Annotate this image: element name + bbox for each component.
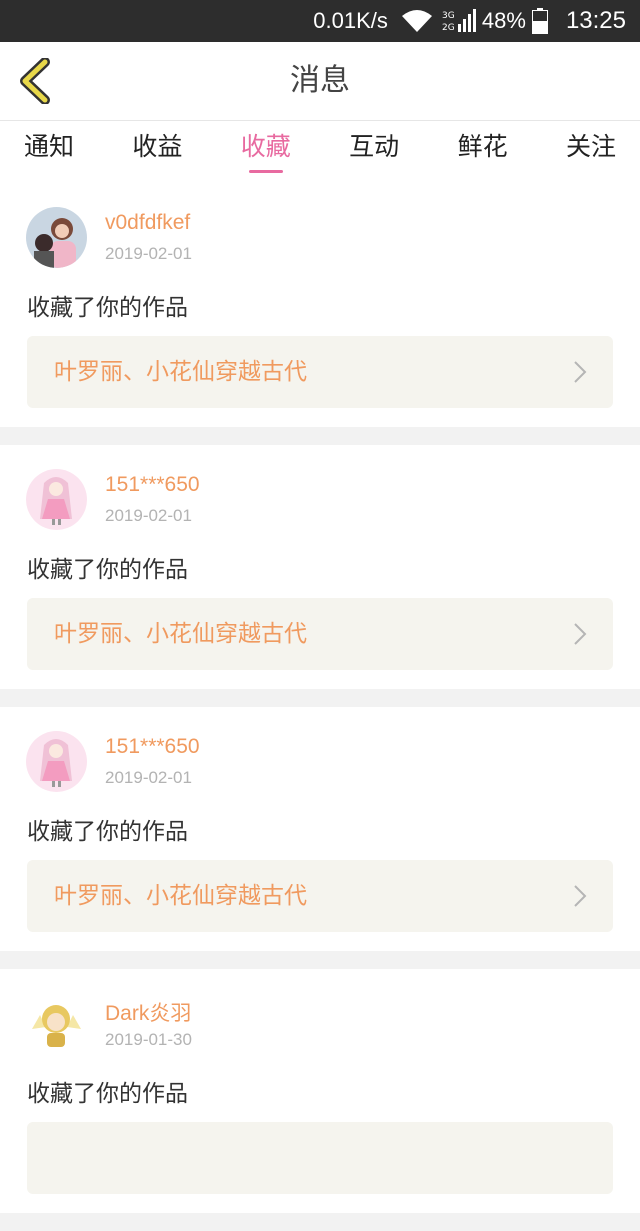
work-link[interactable]: 叶罗丽、小花仙穿越古代 [27,336,613,408]
message-text: 收藏了你的作品 [27,295,188,321]
message-date: 2019-01-30 [105,1030,192,1049]
username[interactable]: v0dfdfkef [105,211,190,235]
active-tab-indicator [248,170,283,173]
avatar[interactable] [26,207,87,268]
tab-following[interactable]: 关注 [566,121,616,183]
tab-bar: 通知 收益 收藏 互动 鲜花 关注 [0,121,640,183]
message-card: Dark炎羽 2019-01-30 收藏了你的作品 [0,969,640,1213]
message-text: 收藏了你的作品 [27,557,188,583]
app-header: 消息 [0,42,640,121]
work-title: 叶罗丽、小花仙穿越古代 [54,621,307,647]
avatar[interactable] [26,993,87,1054]
tab-earnings[interactable]: 收益 [132,121,182,183]
wifi-icon [401,10,432,32]
username[interactable]: 151***650 [105,473,200,497]
chevron-right-icon [574,361,587,383]
network-speed: 0.01K/s [313,8,388,33]
work-title: 叶罗丽、小花仙穿越古代 [54,359,307,385]
work-link[interactable] [27,1122,613,1194]
message-card: 151***650 2019-02-01 收藏了你的作品 叶罗丽、小花仙穿越古代 [0,445,640,689]
work-title: 叶罗丽、小花仙穿越古代 [54,883,307,909]
work-link[interactable]: 叶罗丽、小花仙穿越古代 [27,598,613,670]
svg-text:2G: 2G [442,23,455,33]
cell-signal-icon: 3G 2G [442,9,476,33]
page-title: 消息 [290,63,350,98]
message-text: 收藏了你的作品 [27,819,188,845]
work-link[interactable]: 叶罗丽、小花仙穿越古代 [27,860,613,932]
tab-favorites[interactable]: 收藏 [241,121,291,183]
battery-percent: 48% [481,8,526,33]
message-date: 2019-02-01 [105,506,192,525]
chevron-right-icon [574,885,587,907]
message-card: v0dfdfkef 2019-02-01 收藏了你的作品 叶罗丽、小花仙穿越古代 [0,183,640,427]
tab-interactions[interactable]: 互动 [349,121,399,183]
svg-text:3G: 3G [442,11,455,21]
message-date: 2019-02-01 [105,768,192,787]
tab-notifications[interactable]: 通知 [24,121,74,183]
message-text: 收藏了你的作品 [27,1081,188,1107]
tab-flowers[interactable]: 鲜花 [458,121,508,183]
clock: 13:25 [565,7,626,34]
avatar[interactable] [26,731,87,792]
username[interactable]: Dark炎羽 [105,997,191,1027]
status-bar: 0.01K/s 3G 2G 48% 13:25 [0,0,640,42]
message-card: 151***650 2019-02-01 收藏了你的作品 叶罗丽、小花仙穿越古代 [0,707,640,951]
username[interactable]: 151***650 [105,735,200,759]
message-date: 2019-02-01 [105,244,192,263]
avatar[interactable] [26,469,87,530]
message-list: v0dfdfkef 2019-02-01 收藏了你的作品 叶罗丽、小花仙穿越古代… [0,183,640,1231]
battery-icon [531,8,548,34]
chevron-right-icon [574,623,587,645]
